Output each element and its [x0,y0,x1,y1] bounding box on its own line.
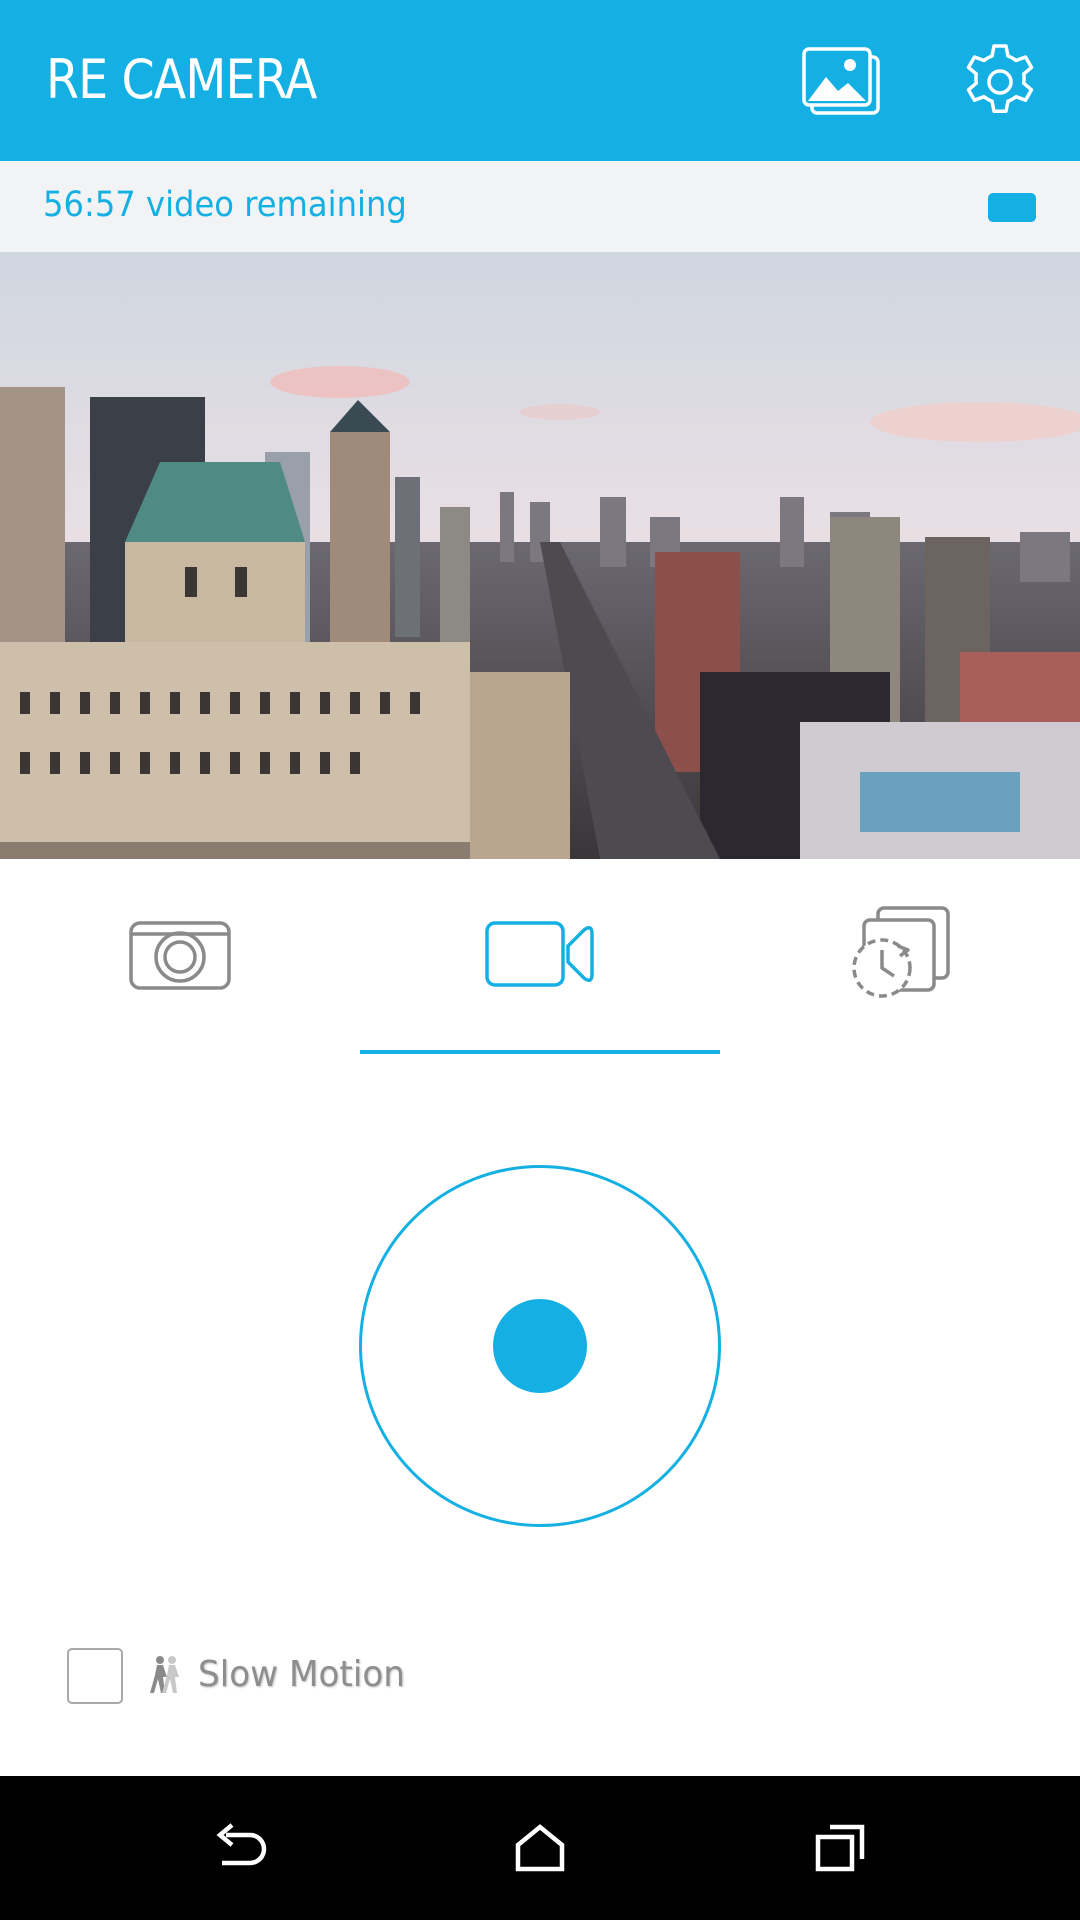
slow-motion-label: Slow Motion [198,1654,405,1695]
system-navigation-bar [0,1776,1080,1920]
video-mode-button[interactable] [475,904,605,1004]
slow-motion-checkbox[interactable] [67,1648,123,1704]
battery-icon [988,193,1036,222]
back-icon [216,1823,267,1866]
record-icon[interactable] [493,1299,587,1393]
timelapse-mode-button[interactable] [835,904,965,1004]
slow-motion-icon [150,1656,179,1693]
video-camera-icon [485,921,594,987]
recording-status-strip: 56:57 video remaining [0,161,1080,252]
timelapse-icon [852,906,950,998]
video-remaining-text: 56:57 video remaining [43,185,407,225]
app-title: RE CAMERA [46,48,317,111]
photo-mode-button[interactable] [115,904,245,1004]
camera-icon [129,921,231,990]
back-button[interactable] [200,1808,280,1888]
city-skyline-preview [0,252,1080,859]
capture-mode-selector [0,859,1080,1059]
settings-button[interactable] [958,40,1042,124]
home-icon [515,1824,565,1872]
gallery-button[interactable] [800,40,884,124]
selected-mode-indicator [360,1050,720,1054]
recents-icon [815,1824,865,1872]
app-bar: RE CAMERA [0,0,1080,161]
gallery-icon [802,47,880,115]
recents-button[interactable] [800,1808,880,1888]
camera-preview [0,252,1080,859]
gear-icon [966,44,1034,113]
home-button[interactable] [500,1808,580,1888]
